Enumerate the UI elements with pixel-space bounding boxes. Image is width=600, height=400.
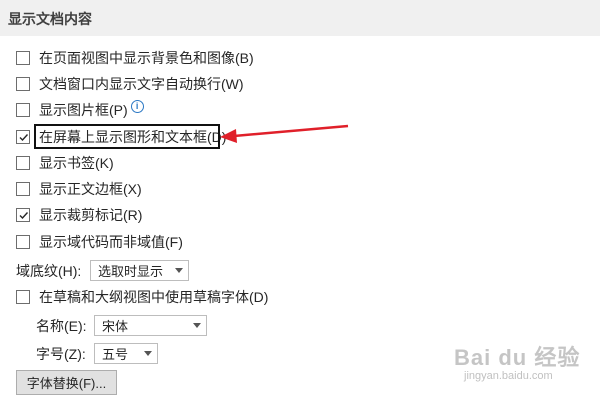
option-label: 显示域代码而非域值(F) bbox=[39, 234, 183, 250]
chevron-down-icon bbox=[144, 351, 152, 356]
checkbox-checked[interactable] bbox=[16, 130, 30, 144]
baidu-watermark-logo: Bai du 经验 bbox=[454, 345, 581, 370]
font-name-label: 名称(E): bbox=[36, 318, 87, 334]
option-label: 在页面视图中显示背景色和图像(B) bbox=[39, 50, 254, 66]
highlight-box bbox=[34, 124, 220, 149]
checkbox[interactable] bbox=[16, 51, 30, 65]
font-size-select[interactable]: 五号 bbox=[94, 343, 158, 364]
select-value: 宋体 bbox=[102, 319, 129, 334]
chevron-down-icon bbox=[193, 323, 201, 328]
info-icon[interactable]: i bbox=[130, 99, 144, 113]
checkbox[interactable] bbox=[16, 290, 30, 304]
option-label: 显示裁剪标记(R) bbox=[39, 207, 143, 223]
checkmark-icon bbox=[19, 211, 28, 219]
option-label: 在草稿和大纲视图中使用草稿字体(D) bbox=[39, 289, 269, 305]
checkbox[interactable] bbox=[16, 235, 30, 249]
section-header: 显示文档内容 bbox=[0, 0, 600, 36]
baidu-watermark-url: jingyan.baidu.com bbox=[464, 370, 553, 382]
option-background-color[interactable]: 在页面视图中显示背景色和图像(B) bbox=[16, 48, 254, 68]
red-arrow-annotation bbox=[220, 124, 349, 143]
option-text-wrap[interactable]: 文档窗口内显示文字自动换行(W) bbox=[16, 74, 244, 94]
select-value: 选取时显示 bbox=[98, 264, 164, 279]
option-text-boundaries[interactable]: 显示正文边框(X) bbox=[16, 179, 142, 199]
option-label: 显示正文边框(X) bbox=[39, 181, 142, 197]
option-draft-font[interactable]: 在草稿和大纲视图中使用草稿字体(D) bbox=[16, 287, 268, 307]
option-label: 显示书签(K) bbox=[39, 155, 114, 171]
select-value: 五号 bbox=[102, 347, 129, 362]
field-shading-label: 域底纹(H): bbox=[16, 263, 82, 279]
checkbox[interactable] bbox=[16, 156, 30, 170]
checkmark-icon bbox=[19, 133, 28, 141]
checkbox[interactable] bbox=[16, 103, 30, 117]
font-size-label: 字号(Z): bbox=[36, 346, 86, 362]
checkbox-checked[interactable] bbox=[16, 208, 30, 222]
checkbox[interactable] bbox=[16, 182, 30, 196]
option-field-codes[interactable]: 显示域代码而非域值(F) bbox=[16, 232, 183, 252]
chevron-down-icon bbox=[175, 268, 183, 273]
option-picture-placeholders[interactable]: 显示图片框(P) i bbox=[16, 99, 144, 120]
option-label: 文档窗口内显示文字自动换行(W) bbox=[39, 76, 244, 92]
checkbox[interactable] bbox=[16, 77, 30, 91]
option-crop-marks[interactable]: 显示裁剪标记(R) bbox=[16, 205, 142, 225]
font-name-select[interactable]: 宋体 bbox=[94, 315, 207, 336]
option-bookmarks[interactable]: 显示书签(K) bbox=[16, 153, 114, 173]
font-substitution-button[interactable]: 字体替换(F)... bbox=[16, 370, 117, 395]
option-label: 显示图片框(P) bbox=[39, 102, 128, 118]
field-shading-select[interactable]: 选取时显示 bbox=[90, 260, 189, 281]
